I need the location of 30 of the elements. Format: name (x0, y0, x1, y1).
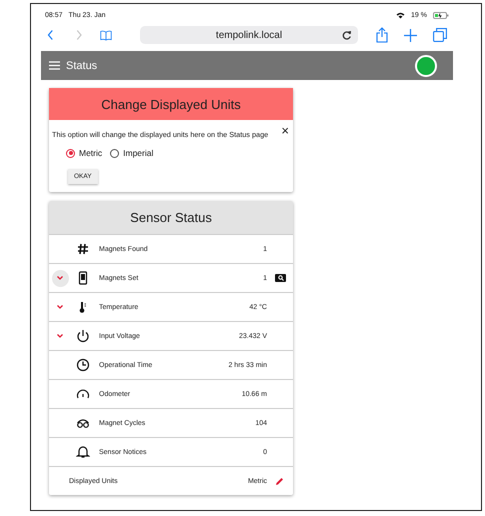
chevron-icon (57, 276, 63, 280)
chevron-icon (57, 334, 63, 338)
dialog-title: Change Displayed Units (49, 88, 293, 120)
card-title: Sensor Status (49, 201, 293, 234)
power-icon (76, 329, 90, 343)
back-icon[interactable] (47, 28, 54, 42)
url-text: tempolink.local (216, 30, 282, 40)
close-button[interactable]: × (281, 124, 289, 137)
gauge-icon (76, 387, 90, 401)
radio-option[interactable]: Imperial (110, 148, 154, 158)
bell-icon (76, 445, 90, 459)
new-tab-icon[interactable] (404, 28, 417, 42)
device-icon (76, 271, 90, 285)
radio-option[interactable]: Metric (66, 148, 102, 158)
address-bar[interactable]: tempolink.local (140, 26, 358, 44)
app-title: Status (66, 60, 98, 72)
reload-icon[interactable] (342, 30, 352, 40)
wifi-icon (396, 12, 406, 18)
pencil-icon[interactable] (275, 476, 284, 486)
search-icon (278, 275, 284, 281)
clock-icon (76, 358, 90, 372)
share-icon[interactable] (376, 27, 388, 43)
battery-icon (433, 12, 449, 18)
search-button[interactable] (275, 274, 286, 282)
hash-icon (76, 242, 90, 256)
tabs-icon[interactable] (433, 28, 447, 42)
chevron-icon (57, 305, 63, 309)
menu-icon[interactable] (49, 61, 60, 70)
bookmarks-icon[interactable] (100, 28, 112, 42)
expand-button[interactable] (52, 270, 68, 286)
